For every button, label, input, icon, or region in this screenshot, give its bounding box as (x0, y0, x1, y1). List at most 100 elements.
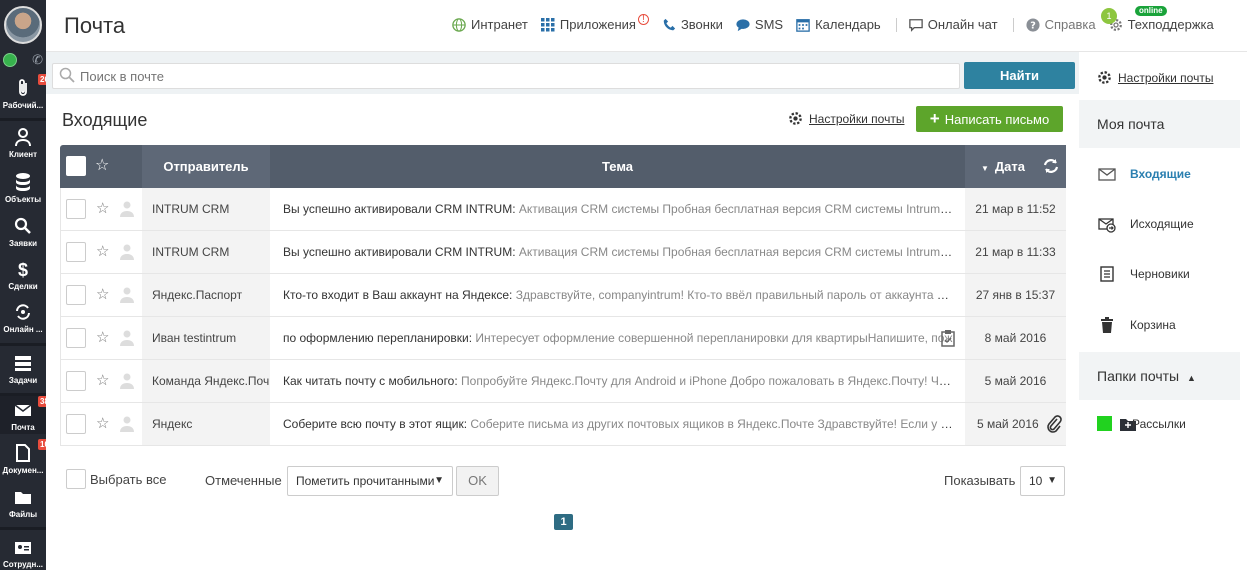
help-count-badge: 1 (1101, 8, 1117, 24)
attachment-icon[interactable] (1045, 415, 1063, 433)
search-input[interactable] (52, 63, 960, 89)
folder-custom[interactable]: Рассылки (1097, 416, 1186, 431)
folder-label: Черновики (1130, 267, 1190, 281)
folder-label: Корзина (1130, 318, 1176, 332)
folder-drafts[interactable]: Черновики (1079, 249, 1240, 299)
nav-sms[interactable]: SMS (736, 17, 783, 32)
trash-icon (1101, 317, 1113, 333)
paperclip-icon: 26 (12, 74, 51, 100)
compose-button[interactable]: + Написать письмо (916, 106, 1063, 132)
sidebar-item-label: Сделки (8, 282, 38, 291)
folder-trash[interactable]: Корзина (1079, 300, 1240, 350)
select-all-checkbox[interactable] (66, 469, 86, 489)
folder-inbox[interactable]: Входящие (1079, 149, 1240, 199)
sidebar-item-label: Файлы (8, 510, 38, 519)
nav-calendar-label: Календарь (815, 17, 881, 32)
search-button[interactable]: Найти (964, 62, 1075, 89)
sidebar-item-documents[interactable]: 107 Докумен... (0, 439, 56, 475)
sidebar-item-clients[interactable]: Клиент (0, 127, 46, 159)
sidebar-item-requests[interactable]: Заявки (0, 216, 46, 248)
nav-calendar[interactable]: Календарь (796, 17, 881, 32)
star-icon[interactable]: ☆ (96, 242, 109, 260)
online-status-icon[interactable] (3, 53, 17, 67)
sidebar-item-tasks[interactable]: Задачи (0, 353, 46, 385)
nav-apps[interactable]: Приложения ! (540, 14, 649, 32)
row-checkbox[interactable] (66, 242, 86, 262)
star-icon[interactable]: ☆ (96, 328, 109, 346)
mark-action-value: Пометить прочитанными (296, 474, 435, 488)
nav-intranet[interactable]: Интранет (452, 17, 528, 32)
select-all-checkbox[interactable] (66, 156, 86, 176)
top-header: Почта Интранет Приложения ! Звонки SMS К… (46, 0, 1247, 52)
row-subject: Вы успешно активировали CRM INTRUM: Акти… (283, 231, 953, 273)
id-card-icon (12, 537, 34, 559)
compose-label: Написать письмо (944, 111, 1050, 127)
per-page-select[interactable]: 10 ▼ (1020, 466, 1065, 496)
row-checkbox[interactable] (66, 199, 86, 219)
star-icon[interactable]: ☆ (96, 414, 109, 432)
sidebar-item-mail[interactable]: 38 Почта (0, 396, 51, 434)
sidebar-item-files[interactable]: Файлы (0, 487, 46, 519)
row-checkbox[interactable] (66, 371, 86, 391)
row-sender: Команда Яндекс.Поч (142, 360, 270, 402)
row-preview: Соберите письма из других почтовых ящико… (467, 417, 953, 431)
star-icon[interactable]: ☆ (96, 285, 109, 303)
table-row[interactable]: ☆ INTRUM CRM Вы успешно активировали CRM… (60, 188, 1066, 231)
table-row[interactable]: ☆ Яндекс.Паспорт Кто-то входит в Ваш акк… (60, 274, 1066, 317)
svg-text:?: ? (1030, 20, 1036, 31)
nav-calls-label: Звонки (680, 17, 723, 32)
column-subject[interactable]: Тема (270, 145, 965, 188)
phone-status-icon[interactable]: ✆ (32, 52, 43, 68)
mail-settings-link[interactable]: Настройки почты (1097, 70, 1213, 85)
sidebar-item-desktop[interactable]: 26 Рабочий... (0, 74, 51, 110)
sidebar-item-label: Клиент (8, 150, 38, 159)
column-sender[interactable]: Отправитель (142, 145, 270, 188)
chevron-down-icon: ▼ (1047, 475, 1057, 486)
mail-folders-header[interactable]: Папки почты ▲ (1079, 352, 1240, 400)
star-icon[interactable]: ☆ (95, 155, 109, 175)
plus-icon: + (929, 109, 940, 128)
nav-support[interactable]: Техподдержка (1109, 17, 1214, 32)
mail-settings-label: Настройки почты (809, 111, 905, 126)
nav-intranet-label: Интранет (471, 17, 528, 32)
star-icon[interactable]: ☆ (96, 199, 109, 217)
nav-help[interactable]: ? Справка (1026, 17, 1096, 32)
row-subject-title: Кто-то входит в Ваш аккаунт на Яндексе: (283, 288, 513, 302)
table-row[interactable]: ☆ Команда Яндекс.Поч Как читать почту с … (60, 360, 1066, 403)
row-checkbox[interactable] (66, 328, 86, 348)
person-icon (120, 201, 134, 217)
table-row[interactable]: ☆ Иван testintrum по оформлению переплан… (60, 317, 1066, 360)
mark-action-select[interactable]: Пометить прочитанными ▼ (287, 466, 453, 496)
folder-color-swatch (1097, 416, 1112, 431)
select-all[interactable]: Выбрать все (66, 469, 166, 489)
folder-label: Рассылки (1132, 416, 1186, 431)
row-checkbox[interactable] (66, 414, 86, 434)
sidebar-item-label: Рабочий... (2, 101, 44, 110)
table-row[interactable]: ☆ Яндекс Соберите всю почту в этот ящик:… (60, 403, 1066, 446)
person-icon (120, 244, 134, 260)
row-subject: по оформлению перепланировки: Интересует… (283, 317, 953, 359)
nav-online-chat[interactable]: Онлайн чат (908, 17, 998, 32)
envelope-icon: 38 (12, 396, 51, 422)
mail-settings-link[interactable]: Настройки почты (788, 111, 904, 126)
folder-outbox[interactable]: Исходящие (1079, 199, 1240, 249)
row-checkbox[interactable] (66, 285, 86, 305)
database-icon (12, 172, 34, 194)
sidebar-item-objects[interactable]: Объекты (0, 172, 46, 204)
sidebar-item-label: Задачи (8, 376, 38, 385)
clipboard-icon[interactable] (939, 329, 957, 347)
avatar[interactable] (4, 6, 42, 44)
inbox-title: Входящие (62, 110, 148, 130)
ok-button[interactable]: OK (456, 466, 499, 496)
refresh-icon[interactable] (1042, 157, 1060, 175)
column-date[interactable]: ▼ Дата (965, 145, 1066, 188)
globe-icon (452, 17, 466, 32)
table-row[interactable]: ☆ INTRUM CRM Вы успешно активировали CRM… (60, 231, 1066, 274)
sidebar-item-deals[interactable]: $ Сделки (0, 259, 46, 291)
sidebar-item-employees[interactable]: Сотрудн... (0, 537, 46, 569)
star-icon[interactable]: ☆ (96, 371, 109, 389)
select-all-label: Выбрать все (90, 471, 167, 487)
sidebar-item-online[interactable]: Онлайн ... (0, 302, 46, 334)
pagination-page-1[interactable]: 1 (554, 514, 573, 530)
nav-calls[interactable]: Звонки (662, 17, 723, 32)
